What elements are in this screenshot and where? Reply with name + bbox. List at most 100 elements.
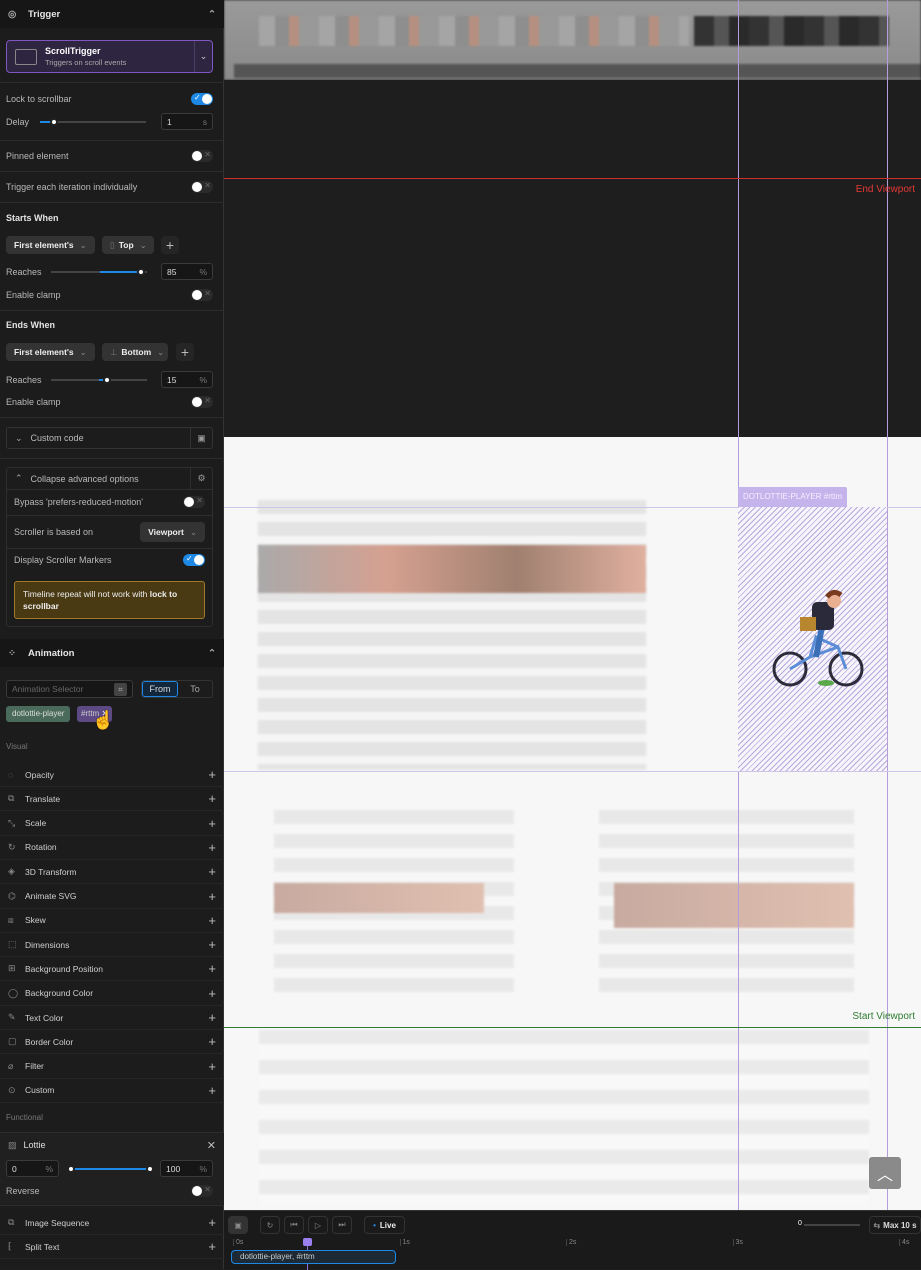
add-icon[interactable]: +: [208, 767, 216, 782]
ends-reaches-input[interactable]: 15%: [161, 371, 213, 388]
property-text-color[interactable]: ✎ Text Color +: [0, 1006, 224, 1030]
add-icon[interactable]: +: [208, 864, 216, 879]
property-icon: ⤡: [8, 817, 16, 828]
lottie-range-slider[interactable]: [67, 1165, 154, 1173]
lottie-start-input[interactable]: 0%: [6, 1160, 59, 1177]
each-iteration-toggle[interactable]: ✕: [191, 181, 213, 193]
scroller-select[interactable]: Viewport ⌄: [140, 522, 205, 542]
ends-edge-value: Bottom: [121, 347, 152, 357]
chevron-up-icon[interactable]: ⌃: [208, 9, 216, 20]
add-icon[interactable]: +: [208, 840, 216, 855]
add-icon[interactable]: +: [208, 1010, 216, 1025]
custom-code-section[interactable]: ⌄ Custom code ▣: [6, 427, 213, 449]
lottie-player-element[interactable]: [738, 507, 887, 771]
chevron-down-icon[interactable]: ⌄: [194, 41, 212, 72]
timeline: ▣ ↻ ⏮ ▷ ⏭ • Live 0 ⇆ Max 10 s 0s 1s 2s 3s 4s d…: [224, 1210, 921, 1270]
add-icon[interactable]: +: [208, 889, 216, 904]
add-icon[interactable]: +: [208, 1215, 216, 1230]
picker-icon[interactable]: ⌗: [114, 682, 127, 696]
property-scale[interactable]: ⤡ Scale +: [0, 812, 224, 836]
property-opacity[interactable]: ◌ Opacity +: [0, 763, 224, 787]
selector-tag[interactable]: dotlottie-player: [6, 706, 71, 722]
ends-clamp-toggle[interactable]: ✕: [191, 396, 213, 408]
add-icon[interactable]: +: [208, 1239, 216, 1254]
loop-button[interactable]: ↻: [260, 1216, 280, 1234]
from-button[interactable]: From: [142, 681, 178, 697]
property-icon: ⁅: [8, 1241, 12, 1251]
markers-toggle[interactable]: ✓: [183, 554, 205, 566]
timeline-clip[interactable]: dotlottie-player, #rttm: [231, 1250, 396, 1264]
delay-input[interactable]: 1s: [161, 113, 213, 130]
chevron-down-icon: ⌄: [15, 432, 23, 443]
property-translate[interactable]: ⧉ Translate +: [0, 787, 224, 812]
animation-header[interactable]: ⁘ Animation ⌃: [0, 639, 224, 667]
add-icon[interactable]: +: [208, 986, 216, 1001]
property-custom[interactable]: ⊙ Custom +: [0, 1079, 224, 1103]
property-dimensions[interactable]: ⬚ Dimensions +: [0, 933, 224, 958]
to-button[interactable]: To: [178, 681, 212, 697]
property-label: Custom: [25, 1085, 55, 1096]
starts-reaches-slider[interactable]: [51, 268, 147, 276]
lottie-end-input[interactable]: 100%: [160, 1160, 213, 1177]
ends-element-select[interactable]: First element's ⌄: [6, 343, 95, 361]
starts-reaches-input[interactable]: 85%: [161, 263, 213, 280]
live-button[interactable]: • Live: [364, 1216, 405, 1234]
zoom-slider[interactable]: [804, 1224, 860, 1226]
blurred-content: [258, 500, 646, 770]
play-button[interactable]: ▷: [308, 1216, 328, 1234]
ends-add-button[interactable]: +: [176, 343, 194, 361]
add-icon[interactable]: +: [208, 1083, 216, 1098]
animation-selector-input[interactable]: Animation Selector ⌗: [6, 680, 133, 698]
add-icon[interactable]: +: [208, 1059, 216, 1074]
selector-placeholder: Animation Selector: [12, 684, 84, 694]
playhead-handle[interactable]: [303, 1238, 312, 1246]
starts-clamp-toggle[interactable]: ✕: [191, 289, 213, 301]
property-rotation[interactable]: ↻ Rotation +: [0, 836, 224, 860]
lock-scrollbar-toggle[interactable]: ✓: [191, 93, 213, 105]
add-icon[interactable]: +: [208, 816, 216, 831]
trigger-header[interactable]: ◎ Trigger ⌃: [0, 0, 224, 28]
starts-edge-select[interactable]: ▯ Top ⌄: [102, 236, 154, 254]
starts-edge-value: Top: [118, 240, 134, 250]
add-icon[interactable]: +: [208, 937, 216, 952]
close-icon[interactable]: ✕: [207, 1139, 216, 1152]
property-background-color[interactable]: ◯ Background Color +: [0, 982, 224, 1006]
property-split-text[interactable]: ⁅ Split Text +: [0, 1235, 224, 1259]
property-filter[interactable]: ⌀ Filter +: [0, 1055, 224, 1079]
add-icon[interactable]: +: [208, 961, 216, 976]
max-duration-button[interactable]: ⇆ Max 10 s: [869, 1216, 921, 1234]
scroller-value: Viewport: [148, 527, 184, 537]
property-skew[interactable]: ⧈ Skew +: [0, 909, 224, 933]
trigger-type-select[interactable]: ScrollTrigger Triggers on scroll events ⌄: [6, 40, 213, 73]
add-icon[interactable]: +: [208, 791, 216, 806]
timeline-toggle-button[interactable]: ▣: [228, 1216, 248, 1234]
gear-icon[interactable]: ⚙: [190, 468, 212, 489]
add-icon[interactable]: +: [208, 1034, 216, 1049]
skip-back-button[interactable]: ⏮: [284, 1216, 304, 1234]
trigger-title: Trigger: [28, 8, 61, 20]
property-icon: ⊞: [8, 963, 16, 974]
property-3d-transform[interactable]: ◈ 3D Transform +: [0, 860, 224, 885]
property-animate-svg[interactable]: ⌬ Animate SVG +: [0, 885, 224, 909]
property-icon: ⧈: [8, 914, 14, 925]
property-image-sequence[interactable]: ⧉ Image Sequence +: [0, 1211, 224, 1235]
scroll-top-button[interactable]: ︿: [869, 1157, 901, 1189]
chevron-up-icon[interactable]: ⌃: [208, 648, 216, 659]
starts-add-button[interactable]: +: [161, 236, 179, 254]
starts-element-select[interactable]: First element's ⌄: [6, 236, 95, 254]
code-icon[interactable]: ▣: [190, 428, 212, 448]
reverse-toggle[interactable]: ✕: [191, 1185, 213, 1197]
property-border-color[interactable]: ▢ Border Color +: [0, 1030, 224, 1055]
property-icon: ⬚: [8, 939, 17, 950]
delay-slider[interactable]: [40, 118, 146, 126]
property-background-position[interactable]: ⊞ Background Position +: [0, 957, 224, 982]
add-icon[interactable]: +: [208, 913, 216, 928]
bypass-toggle[interactable]: ✕: [183, 496, 205, 508]
pinned-toggle[interactable]: ✕: [191, 150, 213, 162]
ends-element-value: First element's: [14, 347, 74, 357]
ends-edge-select[interactable]: ⊥ Bottom ⌄: [102, 343, 168, 361]
skip-forward-button[interactable]: ⏭: [332, 1216, 352, 1234]
collapse-advanced-button[interactable]: ⌃ Collapse advanced options ⚙: [7, 468, 212, 490]
ends-reaches-slider[interactable]: [51, 376, 147, 384]
functional-label: Functional: [6, 1113, 43, 1122]
